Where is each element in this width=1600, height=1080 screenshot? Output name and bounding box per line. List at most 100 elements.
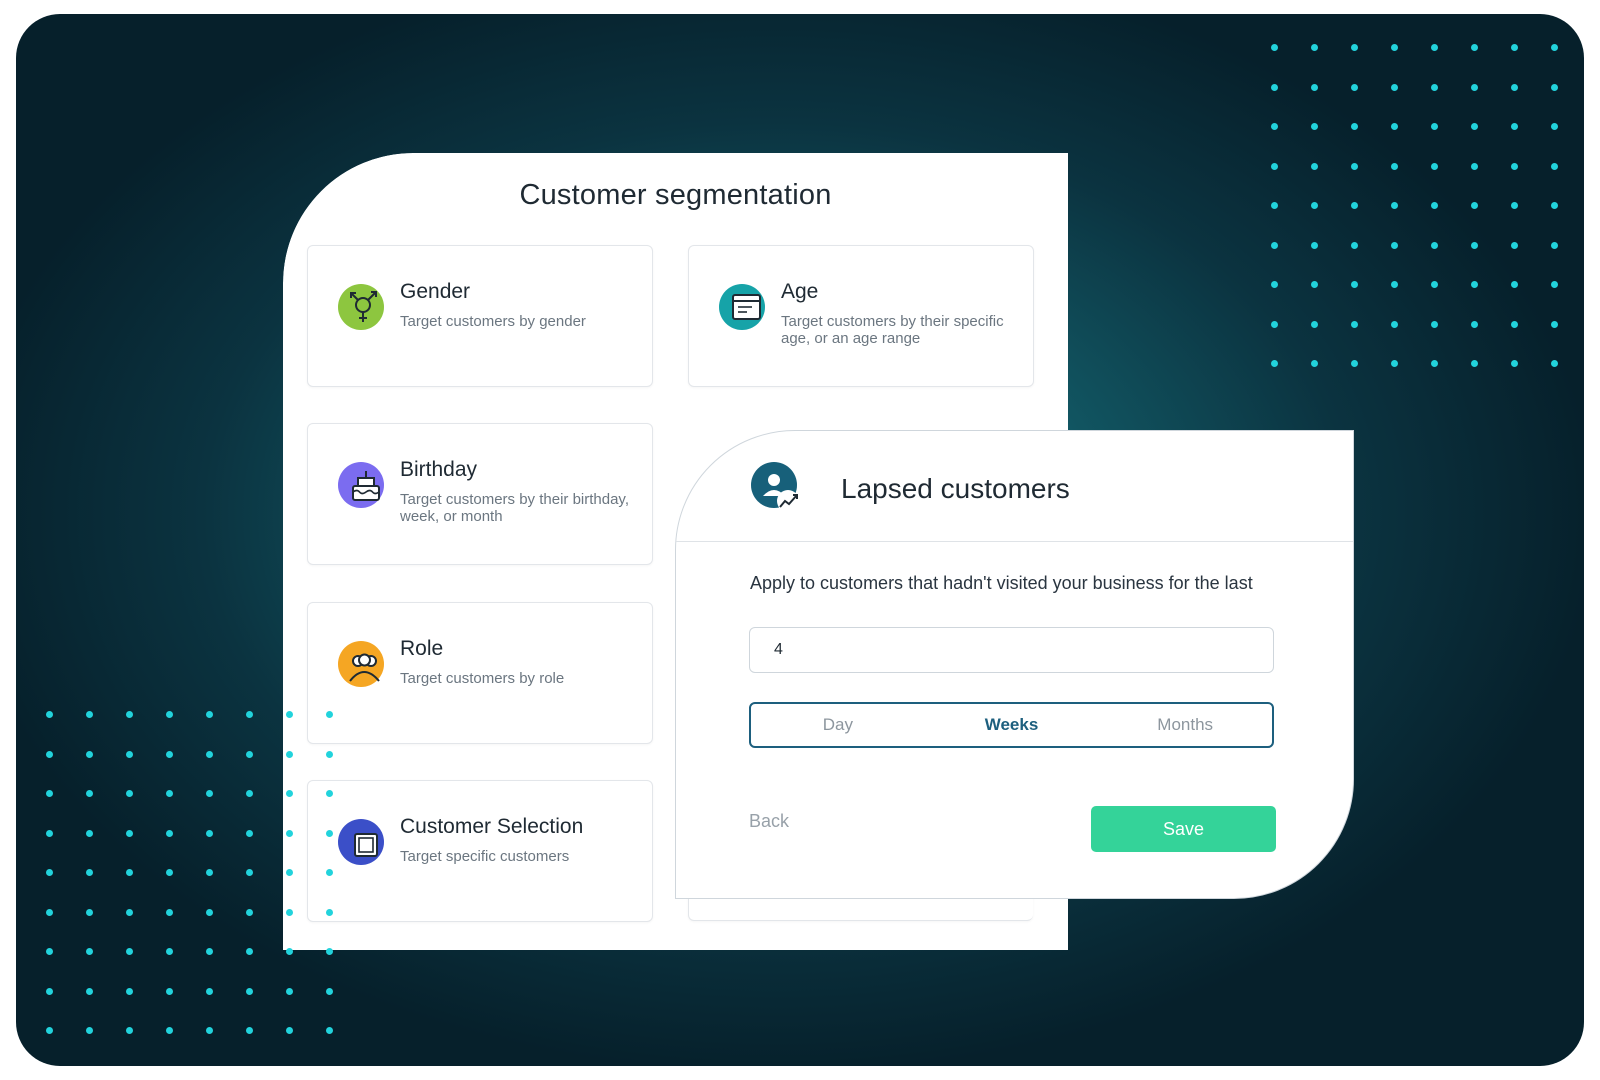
decor-dot — [1511, 83, 1518, 91]
decor-dot — [326, 829, 333, 837]
option-name: Age — [781, 280, 819, 303]
decor-dot — [1271, 162, 1278, 170]
option-name: Gender — [400, 280, 471, 303]
decor-dot — [1551, 320, 1558, 328]
option-gender[interactable]: Gender Target customers by gender — [307, 245, 653, 387]
decor-dot — [246, 948, 253, 955]
decor-dot — [1311, 162, 1318, 170]
decor-dot — [1431, 320, 1438, 328]
decor-dot — [246, 1027, 253, 1034]
decor-dot — [1511, 360, 1518, 367]
decor-dot — [46, 908, 53, 916]
decor-dot — [1351, 320, 1358, 328]
decor-dot — [46, 948, 53, 955]
decor-dot — [1351, 202, 1358, 209]
option-description: Target customers by their birthday, week… — [400, 491, 629, 525]
gender-icon — [338, 284, 384, 330]
decor-dot — [86, 987, 93, 995]
lapsed-header: Lapsed customers — [676, 431, 1353, 542]
decor-dot — [166, 987, 173, 995]
decor-dot — [1271, 123, 1278, 130]
decor-dot — [1351, 83, 1358, 91]
decor-dot — [206, 869, 213, 876]
decor-dot — [1391, 281, 1398, 288]
period-option-day[interactable]: Day — [751, 704, 925, 746]
option-birthday[interactable]: Birthday Target customers by their birth… — [307, 423, 653, 565]
decor-dot — [1431, 162, 1438, 170]
decor-dot — [1431, 123, 1438, 130]
decor-dot — [246, 829, 253, 837]
period-option-weeks[interactable]: Weeks — [925, 704, 1099, 746]
decor-dot — [206, 987, 213, 995]
decor-dot — [126, 829, 133, 837]
lapsed-title: Lapsed customers — [841, 473, 1070, 504]
decor-dot — [206, 908, 213, 916]
decor-dot — [1311, 202, 1318, 209]
decor-dot — [326, 869, 333, 876]
decor-dot — [1511, 162, 1518, 170]
decor-dot — [86, 948, 93, 955]
decor-dot — [86, 1027, 93, 1034]
decor-dot — [126, 1027, 133, 1034]
decor-dot — [286, 829, 293, 837]
decor-dot — [326, 1027, 333, 1034]
selection-icon — [338, 819, 384, 865]
decor-dot — [1271, 202, 1278, 209]
decor-dot — [1391, 123, 1398, 130]
decor-dot — [206, 711, 213, 718]
decor-dot — [46, 987, 53, 995]
decor-dot — [126, 948, 133, 955]
option-name: Birthday — [400, 458, 478, 481]
decor-dot — [326, 711, 333, 718]
decor-dot — [126, 750, 133, 758]
decor-dot — [286, 987, 293, 995]
decor-dot — [246, 790, 253, 797]
decor-dot — [1471, 123, 1478, 130]
back-button[interactable]: Back — [749, 811, 789, 832]
decor-dot — [86, 750, 93, 758]
decor-dot — [1551, 241, 1558, 249]
decor-dot — [1511, 44, 1518, 51]
option-customer-selection[interactable]: Customer Selection Target specific custo… — [307, 780, 653, 922]
decor-dot — [166, 711, 173, 718]
decor-dot — [1551, 162, 1558, 170]
cake-icon — [338, 462, 384, 508]
option-age[interactable]: Age Target customers by their specific a… — [688, 245, 1034, 387]
decor-dot — [326, 948, 333, 955]
decor-dot — [1391, 162, 1398, 170]
decor-dot — [1431, 360, 1438, 367]
decor-dot — [1471, 162, 1478, 170]
decor-dot — [166, 829, 173, 837]
option-description: Target customers by gender — [400, 313, 586, 330]
decor-dot — [166, 948, 173, 955]
decor-dot — [1471, 360, 1478, 367]
decor-dot — [326, 908, 333, 916]
decor-dot — [46, 829, 53, 837]
decor-dot — [1551, 202, 1558, 209]
decor-dot — [46, 711, 53, 718]
decor-dot — [1551, 83, 1558, 91]
option-name: Customer Selection — [400, 815, 584, 838]
save-button[interactable]: Save — [1091, 806, 1276, 852]
decor-dot — [286, 908, 293, 916]
decor-dot — [326, 790, 333, 797]
period-option-months[interactable]: Months — [1098, 704, 1272, 746]
user-trend-icon — [750, 461, 806, 517]
decor-dot — [1311, 241, 1318, 249]
decor-dot — [46, 790, 53, 797]
decor-dot — [166, 1027, 173, 1034]
option-role[interactable]: Role Target customers by role — [307, 602, 653, 744]
decor-dot — [1431, 281, 1438, 288]
decor-dot — [286, 750, 293, 758]
lapse-period-input[interactable] — [749, 627, 1274, 673]
decor-dot — [1551, 360, 1558, 367]
decor-dot — [1431, 44, 1438, 51]
decor-dot — [206, 750, 213, 758]
decor-dot — [1471, 241, 1478, 249]
decor-dot — [1471, 202, 1478, 209]
decor-dot — [126, 908, 133, 916]
decor-dot — [86, 711, 93, 718]
segmentation-title: Customer segmentation — [519, 179, 832, 211]
decor-dot — [326, 750, 333, 758]
decor-dot — [246, 908, 253, 916]
